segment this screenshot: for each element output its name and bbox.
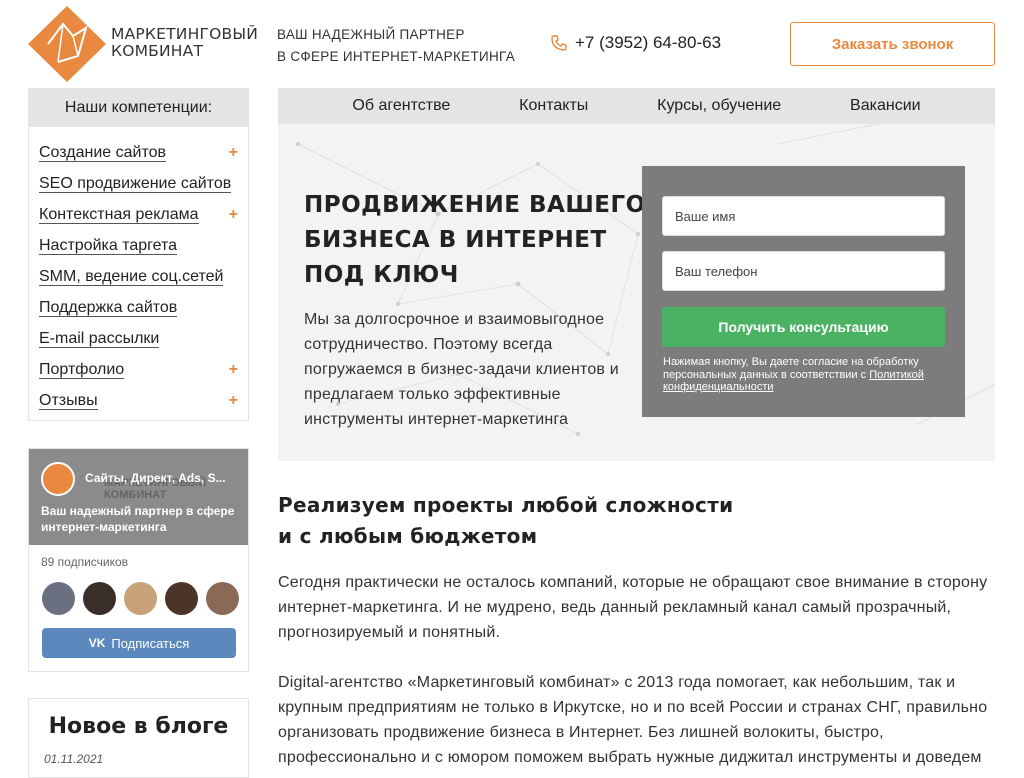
avatar[interactable] — [165, 582, 198, 615]
hero-banner: ПРОДВИЖЕНИЕ ВАШЕГО БИЗНЕСА В ИНТЕРНЕТ ПО… — [278, 124, 995, 461]
nav-item-vacancies[interactable]: Вакансии — [850, 97, 921, 115]
avatar[interactable] — [124, 582, 157, 615]
section-heading-line-1: Реализуем проекты любой сложности — [278, 493, 734, 517]
avatar[interactable] — [206, 582, 239, 615]
section-heading: Реализуем проекты любой сложности и с лю… — [278, 490, 995, 552]
phone-number[interactable]: +7 (3952) 64-80-63 — [575, 33, 721, 53]
expand-plus-icon[interactable]: + — [229, 144, 238, 162]
logo-line-2: КОМБИНАТ — [111, 42, 204, 60]
avatar[interactable] — [42, 582, 75, 615]
sidebar-item-support[interactable]: Поддержка сайтов — [29, 292, 248, 323]
phone-contact[interactable]: +7 (3952) 64-80-63 — [551, 33, 721, 53]
header: МАРКЕТИНГОВЫЙ КОМБИНАТ ВАШ НАДЕЖНЫЙ ПАРТ… — [0, 0, 1024, 88]
hero-title: ПРОДВИЖЕНИЕ ВАШЕГО БИЗНЕСА В ИНТЕРНЕТ ПО… — [304, 192, 646, 288]
vk-group-description: Ваш надежный партнер в сфере интернет-ма… — [41, 504, 235, 534]
competencies-title: Наши компетенции: — [29, 89, 248, 127]
logo-line-1: МАРКЕТИНГОВЫЙ — [111, 25, 258, 43]
consent-text: Нажимая кнопку, Вы даете согласие на обр… — [663, 356, 953, 394]
sidebar-item-websites[interactable]: Создание сайтов + — [29, 137, 248, 168]
phone-input[interactable]: Ваш телефон — [662, 251, 945, 291]
vk-group-name[interactable]: Сайты, Директ, Ads, S... — [85, 471, 235, 485]
order-call-button[interactable]: Заказать звонок — [790, 22, 995, 66]
expand-plus-icon[interactable]: + — [229, 392, 238, 410]
phone-icon — [551, 35, 567, 51]
vk-subscribe-button[interactable]: VK Подписаться — [42, 628, 236, 658]
sidebar-item-email[interactable]: E-mail рассылки — [29, 323, 248, 354]
sidebar-item-targeting[interactable]: Настройка таргета — [29, 230, 248, 261]
tagline-line-1: ВАШ НАДЕЖНЫЙ ПАРТНЕР — [277, 27, 465, 42]
tagline: ВАШ НАДЕЖНЫЙ ПАРТНЕР В СФЕРЕ ИНТЕРНЕТ-МА… — [277, 24, 515, 68]
sidebar-item-label[interactable]: Контекстная реклама — [39, 206, 199, 224]
vk-subscriber-count: 89 подписчиков — [41, 555, 129, 569]
top-nav: Об агентстве Контакты Курсы, обучение Ва… — [278, 88, 995, 124]
main-content: Реализуем проекты любой сложности и с лю… — [278, 490, 995, 770]
sidebar-item-label[interactable]: Портфолио — [39, 361, 125, 379]
intro-paragraph: Сегодня практически не осталось компаний… — [278, 574, 988, 641]
sidebar-item-portfolio[interactable]: Портфолио + — [29, 354, 248, 385]
company-logo[interactable] — [28, 6, 106, 82]
sidebar-item-reviews[interactable]: Отзывы + — [29, 385, 248, 416]
vk-banner[interactable]: МАРКЕТИНГОВЫЙ КОМБИНАТ Сайты, Директ, Ad… — [29, 449, 248, 545]
nav-item-contacts[interactable]: Контакты — [519, 97, 588, 115]
sidebar-item-label[interactable]: SMM, ведение соц.сетей — [39, 268, 224, 286]
blog-title: Новое в блоге — [48, 714, 229, 739]
competencies-menu: Наши компетенции: Создание сайтов + SEO п… — [28, 88, 249, 421]
sidebar-item-smm[interactable]: SMM, ведение соц.сетей — [29, 261, 248, 292]
sidebar-item-context-ads[interactable]: Контекстная реклама + — [29, 199, 248, 230]
avatar[interactable] — [83, 582, 116, 615]
sidebar-item-seo[interactable]: SEO продвижение сайтов — [29, 168, 248, 199]
about-paragraph: Digital-агентство «Маркетинговый комбина… — [278, 674, 988, 766]
tagline-line-2: В СФЕРЕ ИНТЕРНЕТ-МАРКЕТИНГА — [277, 49, 516, 64]
expand-plus-icon[interactable]: + — [229, 361, 238, 379]
vk-subscribe-label: Подписаться — [111, 635, 190, 651]
get-consultation-button[interactable]: Получить консультацию — [662, 307, 945, 347]
vk-icon: VK — [88, 636, 106, 650]
sidebar-item-label[interactable]: Поддержка сайтов — [39, 299, 178, 317]
sidebar-item-label[interactable]: Отзывы — [39, 392, 98, 410]
expand-plus-icon[interactable]: + — [229, 206, 238, 224]
sidebar-item-label[interactable]: Создание сайтов — [39, 144, 166, 162]
blog-post-date: 01.11.2021 — [44, 752, 104, 766]
logo-text[interactable]: МАРКЕТИНГОВЫЙ КОМБИНАТ — [111, 26, 258, 60]
vk-widget: МАРКЕТИНГОВЫЙ КОМБИНАТ Сайты, Директ, Ad… — [28, 448, 249, 672]
section-heading-line-2: и с любым бюджетом — [278, 524, 538, 548]
blog-widget: Новое в блоге 01.11.2021 — [28, 698, 249, 778]
competencies-list: Создание сайтов + SEO продвижение сайтов … — [29, 127, 248, 416]
sidebar-item-label[interactable]: SEO продвижение сайтов — [39, 175, 232, 193]
nav-item-about[interactable]: Об агентстве — [352, 97, 450, 115]
nav-item-courses[interactable]: Курсы, обучение — [657, 97, 781, 115]
name-input[interactable]: Ваше имя — [662, 196, 945, 236]
vk-group-avatar[interactable] — [41, 462, 75, 496]
sidebar-item-label[interactable]: E-mail рассылки — [39, 330, 160, 348]
consultation-form: Ваше имя Ваш телефон Получить консультац… — [642, 166, 965, 417]
vk-subscriber-avatars — [42, 582, 239, 615]
hero-text: Мы за долгосрочное и взаимовыгодное сотр… — [304, 311, 619, 428]
sidebar-item-label[interactable]: Настройка таргета — [39, 237, 178, 255]
